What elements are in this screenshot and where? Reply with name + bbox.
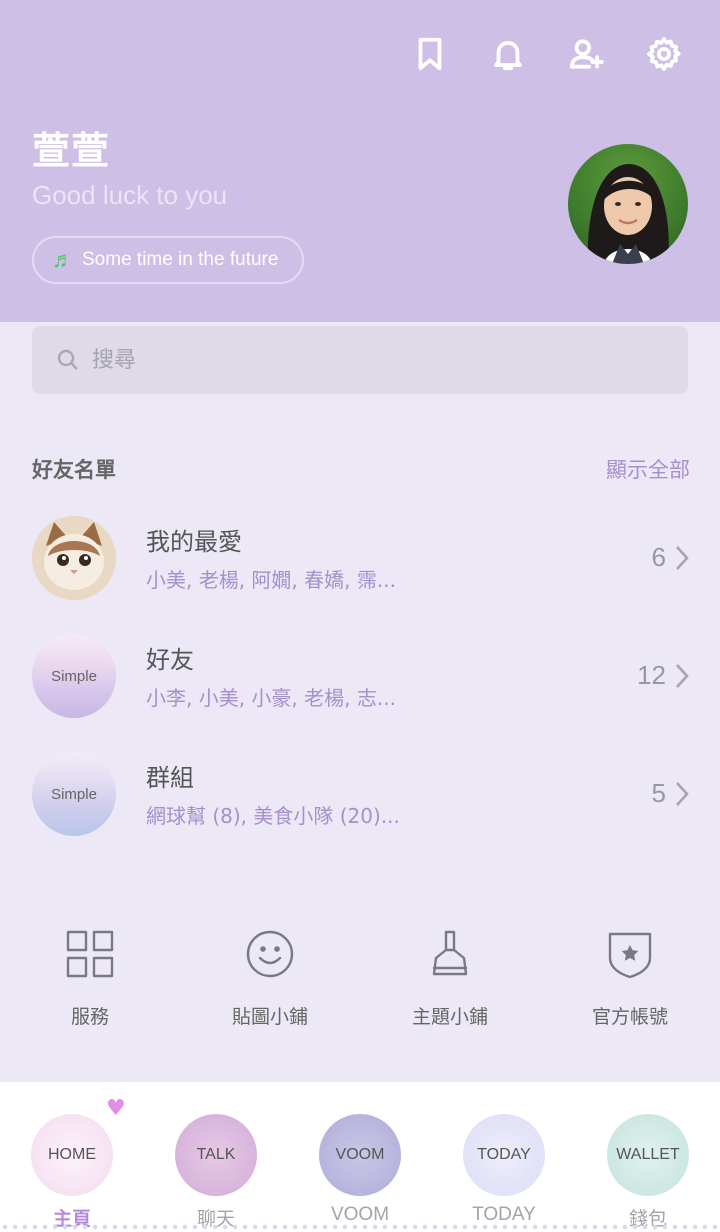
voom-bubble: VOOM: [319, 1114, 401, 1196]
wallet-bubble: WALLET: [607, 1114, 689, 1196]
chevron-right-icon: [674, 780, 690, 808]
tab-label: TODAY: [472, 1204, 536, 1225]
bookmark-icon[interactable]: [410, 34, 450, 74]
search-bar[interactable]: [32, 326, 688, 394]
profile-name[interactable]: 萱萱: [32, 120, 110, 175]
shortcut-sticker-shop[interactable]: 貼圖小鋪: [180, 928, 360, 1029]
top-toolbar: [410, 34, 684, 74]
music-note-icon: ♬: [52, 247, 74, 272]
row-title: 群組: [146, 764, 194, 792]
friends-thumbnail: Simple: [32, 634, 116, 718]
show-all-link[interactable]: 顯示全部: [606, 454, 690, 484]
music-title: Some time in the future: [82, 249, 279, 270]
list-item-friends[interactable]: Simple 好友 小李, 小美, 小豪, 老楊, 志... 12: [0, 634, 720, 744]
row-members: 網球幫 (8), 美食小隊 (20)...: [146, 804, 400, 828]
tab-today[interactable]: TODAY TODAY: [432, 1114, 576, 1231]
row-title: 我的最愛: [146, 528, 242, 556]
grid-icon: [66, 930, 114, 978]
row-count: 12: [637, 660, 666, 690]
smiley-icon: [246, 930, 294, 978]
profile-header: 萱萱 Good luck to you ♬ Some time in the f…: [0, 0, 720, 322]
avatar[interactable]: [568, 144, 688, 264]
today-bubble: TODAY: [463, 1114, 545, 1196]
home-bubble: HOME: [31, 1114, 113, 1196]
add-friend-icon[interactable]: [566, 34, 606, 74]
list-item-favorites[interactable]: 我的最愛 小美, 老楊, 阿嫺, 春嬌, 霈... 6: [0, 516, 720, 626]
shortcut-label: 服務: [70, 1006, 109, 1028]
shortcut-bar: 服務 貼圖小鋪 主題小鋪 官方帳號: [0, 928, 720, 1029]
row-count: 6: [651, 542, 666, 572]
shortcut-label: 主題小鋪: [411, 1006, 488, 1028]
tab-voom[interactable]: VOOM VOOM: [288, 1114, 432, 1231]
row-members: 小李, 小美, 小豪, 老楊, 志...: [146, 686, 396, 710]
row-title: 好友: [146, 646, 194, 674]
tab-home[interactable]: ♥ HOME 主頁: [0, 1096, 144, 1231]
friends-section-title: 好友名單: [32, 458, 116, 482]
status-message[interactable]: Good luck to you: [32, 180, 227, 211]
search-icon: [57, 349, 78, 370]
favorites-thumbnail: [32, 516, 116, 600]
shortcut-label: 官方帳號: [591, 1006, 668, 1028]
talk-bubble: TALK: [175, 1114, 257, 1196]
heart-icon: ♥: [106, 1096, 126, 1121]
gear-icon[interactable]: [644, 34, 684, 74]
shortcut-theme-shop[interactable]: 主題小鋪: [360, 928, 540, 1029]
chevron-right-icon: [674, 544, 690, 572]
brush-icon: [432, 930, 468, 976]
search-input[interactable]: [92, 347, 652, 373]
shortcut-label: 貼圖小鋪: [231, 1006, 308, 1028]
bell-icon[interactable]: [488, 34, 528, 74]
list-item-groups[interactable]: Simple 群組 網球幫 (8), 美食小隊 (20)... 5: [0, 752, 720, 862]
shortcut-services[interactable]: 服務: [0, 928, 180, 1029]
tab-talk[interactable]: TALK 聊天: [144, 1114, 288, 1231]
shield-star-icon: [608, 932, 652, 979]
decorative-dots: [0, 1224, 720, 1230]
shortcut-official-accounts[interactable]: 官方帳號: [540, 928, 720, 1029]
row-count: 5: [651, 778, 666, 808]
bottom-nav: ♥ HOME 主頁 TALK 聊天 VOOM VOOM TODAY TODAY …: [0, 1082, 720, 1232]
groups-thumbnail: Simple: [32, 752, 116, 836]
tab-label: VOOM: [330, 1204, 390, 1225]
profile-music-button[interactable]: ♬ Some time in the future: [32, 236, 305, 284]
row-members: 小美, 老楊, 阿嫺, 春嬌, 霈...: [146, 568, 396, 592]
tab-wallet[interactable]: WALLET 錢包: [576, 1114, 720, 1231]
chevron-right-icon: [674, 662, 690, 690]
